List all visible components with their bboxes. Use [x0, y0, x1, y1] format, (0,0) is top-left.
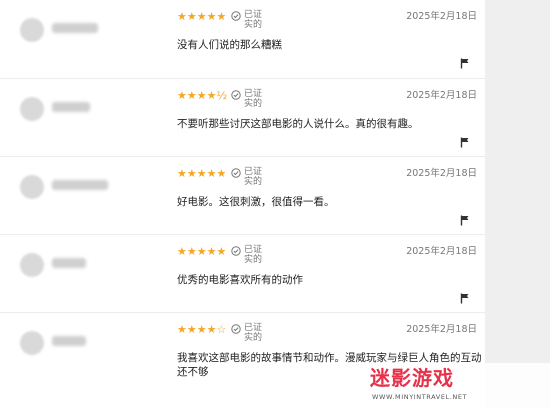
- verified-label-line2: 实的: [244, 99, 263, 109]
- username-blurred[interactable]: [52, 336, 86, 346]
- check-circle-icon: [231, 90, 241, 100]
- star-rating: ★★★★★: [177, 245, 227, 258]
- verified-label-line1: 已证: [244, 89, 263, 99]
- star-rating: ★★★★★: [177, 10, 227, 23]
- review-date: 2025年2月18日: [406, 324, 477, 335]
- avatar[interactable]: [20, 175, 44, 199]
- review-card: ★★★★★ 已证 实的 2025年2月18日 好电影。这很刺激，很值得一看。: [0, 156, 485, 235]
- star-rating: ★★★★½: [177, 89, 228, 102]
- verified-badge: 已证 实的: [231, 89, 271, 113]
- avatar[interactable]: [20, 97, 44, 121]
- username-blurred[interactable]: [52, 23, 98, 33]
- review-date: 2025年2月18日: [406, 246, 477, 257]
- verified-label-line2: 实的: [244, 255, 263, 265]
- review-card: ★★★★★ 已证 实的 2025年2月18日 优秀的电影喜欢所有的动作: [0, 234, 485, 313]
- verified-label-line2: 实的: [244, 177, 263, 187]
- check-circle-icon: [231, 11, 241, 21]
- username-blurred[interactable]: [52, 180, 108, 190]
- flag-icon[interactable]: [460, 137, 470, 148]
- verified-label-line1: 已证: [244, 323, 263, 333]
- star-rating: ★★★★★: [177, 167, 227, 180]
- review-date: 2025年2月18日: [406, 11, 477, 22]
- check-circle-icon: [231, 324, 241, 334]
- check-circle-icon: [231, 168, 241, 178]
- avatar[interactable]: [20, 331, 44, 355]
- review-date: 2025年2月18日: [406, 168, 477, 179]
- review-card: ★★★★★ 已证 实的 2025年2月18日 没有人们说的那么糟糕: [0, 0, 485, 78]
- username-blurred[interactable]: [52, 258, 86, 268]
- verified-badge: 已证 实的: [231, 167, 271, 191]
- avatar[interactable]: [20, 253, 44, 277]
- verified-badge: 已证 实的: [231, 10, 271, 34]
- verified-label-line2: 实的: [244, 20, 263, 30]
- verified-badge: 已证 实的: [231, 323, 271, 347]
- review-text: 好电影。这很刺激，很值得一看。: [177, 196, 335, 208]
- verified-label-line1: 已证: [244, 167, 263, 177]
- flag-icon[interactable]: [460, 293, 470, 304]
- review-date: 2025年2月18日: [406, 90, 477, 101]
- verified-label-line1: 已证: [244, 10, 263, 20]
- watermark-logo: 迷影游戏: [370, 366, 454, 390]
- star-rating: ★★★★☆: [177, 323, 227, 336]
- watermark: 迷影游戏 WWW.MINYINTRAVEL.NET: [370, 363, 550, 408]
- verified-label-line2: 实的: [244, 333, 263, 343]
- verified-label-line1: 已证: [244, 245, 263, 255]
- side-panel: [485, 0, 550, 408]
- review-text: 优秀的电影喜欢所有的动作: [177, 274, 303, 286]
- review-text: 不要听那些讨厌这部电影的人说什么。真的很有趣。: [177, 118, 419, 130]
- verified-badge: 已证 实的: [231, 245, 271, 269]
- username-blurred[interactable]: [52, 102, 90, 112]
- review-text: 没有人们说的那么糟糕: [177, 39, 282, 51]
- check-circle-icon: [231, 246, 241, 256]
- review-card: ★★★★½ 已证 实的 2025年2月18日 不要听那些讨厌这部电影的人说什么。…: [0, 78, 485, 157]
- watermark-url: WWW.MINYINTRAVEL.NET: [372, 393, 468, 401]
- avatar[interactable]: [20, 18, 44, 42]
- flag-icon[interactable]: [460, 58, 470, 69]
- flag-icon[interactable]: [460, 215, 470, 226]
